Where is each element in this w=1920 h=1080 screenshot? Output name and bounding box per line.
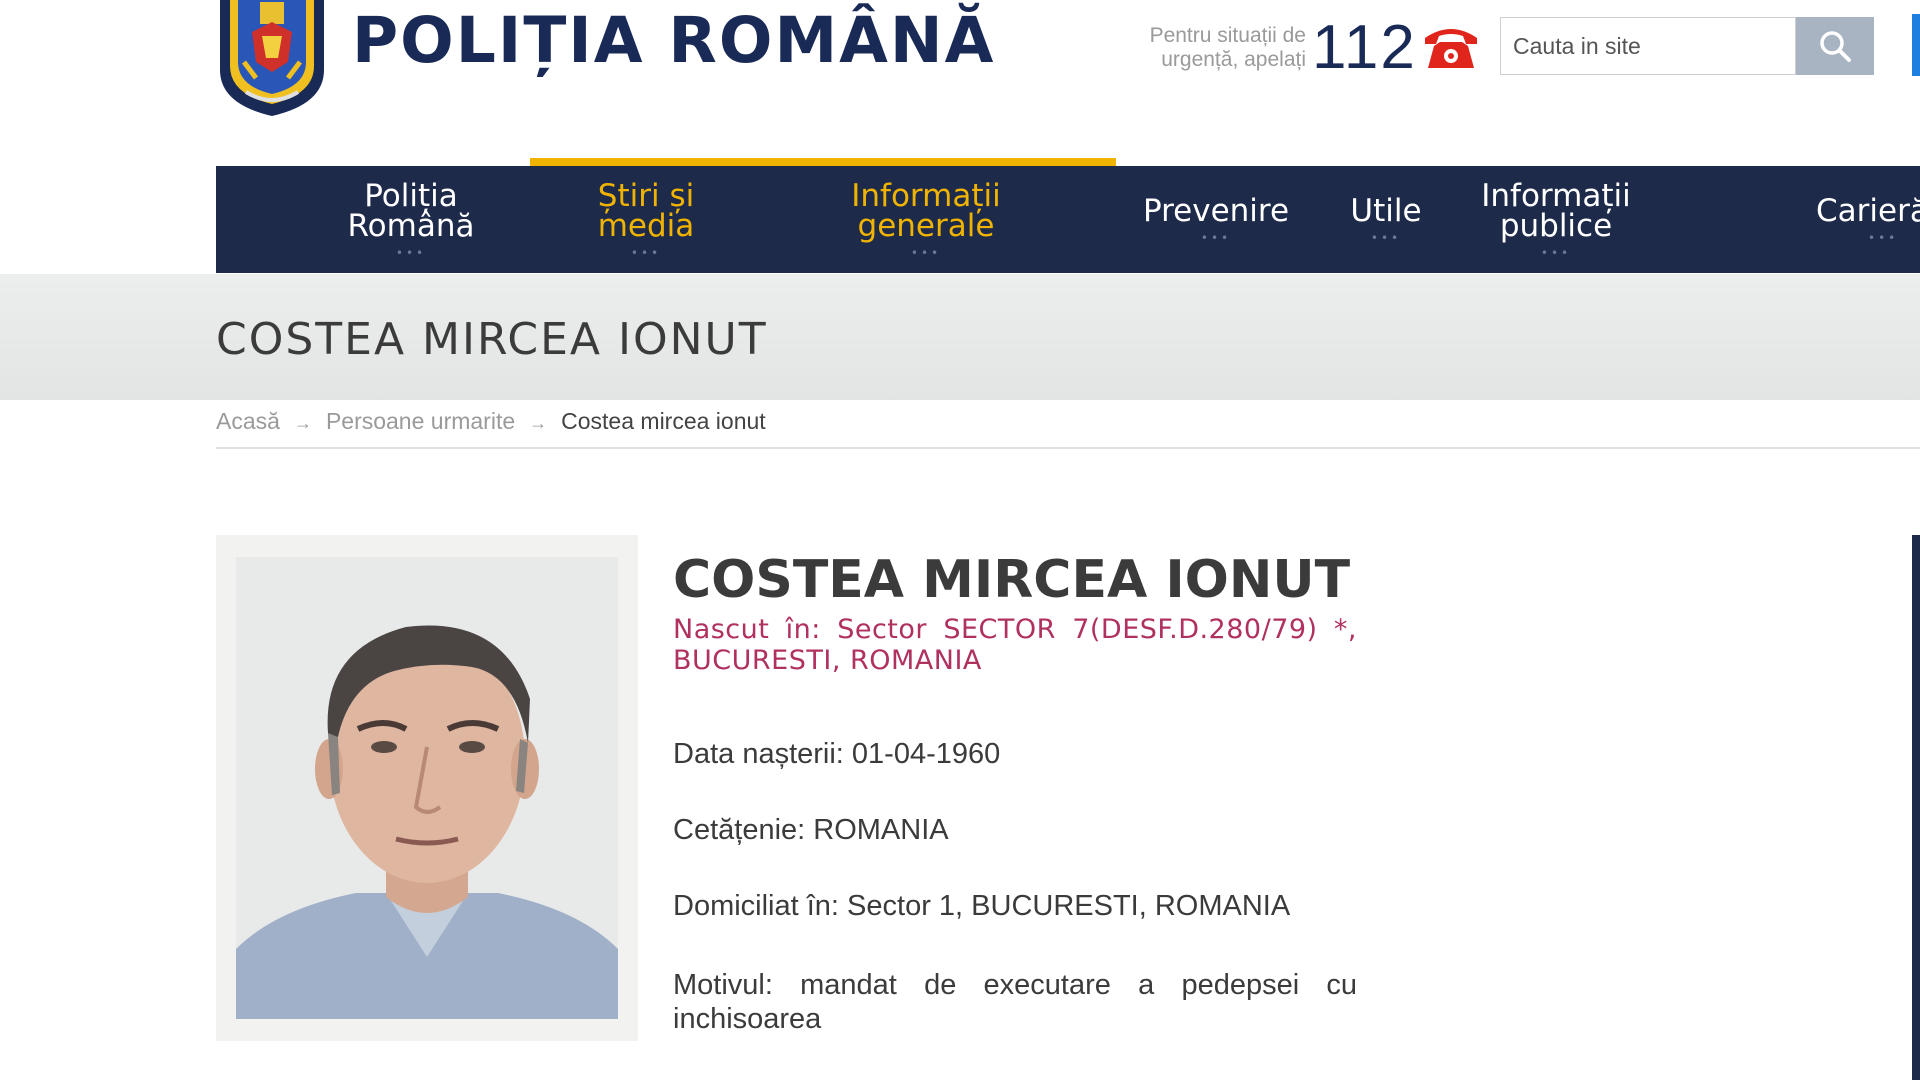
emergency-note-line1: Pentru situații de xyxy=(1149,24,1306,47)
main-navigation: Poliția Română ••• Știri și media ••• In… xyxy=(216,166,1920,273)
breadcrumb: Acasă → Persoane urmarite → Costea mircea io… xyxy=(216,408,766,435)
nav-item-informatii-publice[interactable]: Informații publice ••• xyxy=(1446,166,1666,273)
nav-item-stiri-si-media[interactable]: Știri și media ••• xyxy=(556,166,736,273)
nav-item-informatii-generale[interactable]: Informații generale ••• xyxy=(816,166,1036,273)
person-photo[interactable] xyxy=(236,557,618,1019)
nav-dots: ••• xyxy=(910,245,942,260)
nav-dots: ••• xyxy=(1540,245,1572,260)
emergency-note: Pentru situații de urgență, apelați xyxy=(1096,24,1306,72)
nav-label: Știri și media xyxy=(597,177,695,244)
breadcrumb-section-link[interactable]: Persoane urmarite xyxy=(326,408,515,434)
nav-dots: ••• xyxy=(1200,230,1232,245)
warrant-motive: Motivul: mandat de executare a pedepsei … xyxy=(673,969,1357,1035)
nav-label: Informații publice xyxy=(1481,177,1631,244)
nav-label: Prevenire xyxy=(1142,192,1290,229)
birth-date: Data nașterii: 01-04-1960 xyxy=(673,738,1001,770)
right-edge-bar xyxy=(1912,535,1920,1080)
breadcrumb-current: Costea mircea ionut xyxy=(561,408,766,434)
citizenship: Cetățenie: ROMANIA xyxy=(673,814,949,846)
search-icon xyxy=(1820,31,1851,62)
nav-item-cariera[interactable]: Carieră ••• xyxy=(1816,166,1920,273)
nav-dots: ••• xyxy=(395,245,427,260)
breadcrumb-arrow-icon: → xyxy=(529,413,548,433)
breadcrumb-arrow-icon: → xyxy=(293,413,312,433)
nav-item-utile[interactable]: Utile ••• xyxy=(1326,166,1446,273)
nav-dots: ••• xyxy=(630,245,662,260)
search-button[interactable] xyxy=(1796,17,1874,75)
emergency-number: 112 xyxy=(1312,13,1417,82)
nav-label: Poliția Română xyxy=(347,177,475,244)
nav-label: Utile xyxy=(1350,192,1422,229)
nav-dots: ••• xyxy=(1370,230,1402,245)
birthplace-text: Nascut în: Sector SECTOR 7(DESF.D.280/79… xyxy=(673,614,1357,676)
nav-item-politia-romana[interactable]: Poliția Română ••• xyxy=(306,166,516,273)
edge-accent xyxy=(1912,14,1920,76)
page-container: POLIȚIA ROMÂNĂ Pentru situații de urgenț… xyxy=(0,0,1920,1080)
nav-label: Informații generale xyxy=(851,177,1001,244)
nav-label: Carieră xyxy=(1816,192,1920,229)
emergency-note-line2: urgență, apelați xyxy=(1161,48,1306,71)
nav-dots: ••• xyxy=(1868,230,1899,245)
domicile: Domiciliat în: Sector 1, BUCURESTI, ROMA… xyxy=(673,890,1291,922)
search-input[interactable] xyxy=(1500,17,1796,75)
breadcrumb-home-link[interactable]: Acasă xyxy=(216,408,280,434)
phone-icon xyxy=(1425,29,1477,68)
nav-item-prevenire[interactable]: Prevenire ••• xyxy=(1126,166,1306,273)
person-photo-frame xyxy=(216,535,638,1041)
nav-active-indicator xyxy=(530,158,1116,166)
person-name: COSTEA MIRCEA IONUT xyxy=(673,550,1351,610)
page-title: COSTEA MIRCEA IONUT xyxy=(216,314,768,365)
police-crest-logo[interactable] xyxy=(216,0,328,118)
site-title[interactable]: POLIȚIA ROMÂNĂ xyxy=(352,4,995,77)
breadcrumb-divider xyxy=(216,447,1920,449)
